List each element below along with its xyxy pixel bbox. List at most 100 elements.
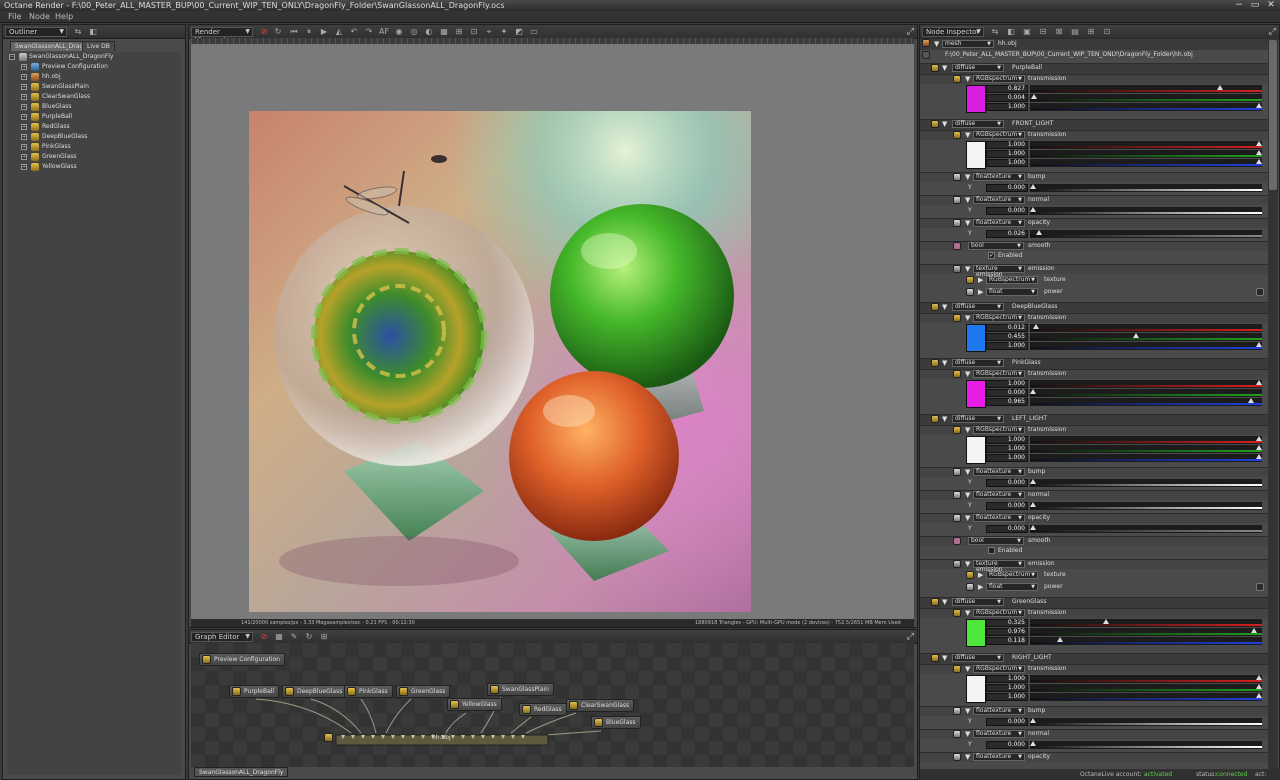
slider-handle[interactable] bbox=[1030, 525, 1036, 530]
floattexture-selector[interactable]: floattexture ▼ bbox=[973, 753, 1025, 761]
emission-texture-selector[interactable]: RGBspectrum ▼ bbox=[986, 276, 1038, 284]
graph-brush-icon[interactable]: ✎ bbox=[289, 632, 299, 642]
viewport-tool-icon[interactable]: ⏮ bbox=[289, 27, 299, 37]
viewport-tool-icon[interactable]: ◩ bbox=[514, 27, 524, 37]
graph-layout-icon[interactable]: ▦ bbox=[274, 632, 284, 642]
expand-icon[interactable]: + bbox=[21, 114, 27, 120]
material-type-selector[interactable]: diffuse ▼ bbox=[952, 64, 1004, 72]
graph-node-blueglass[interactable]: BlueGlass bbox=[591, 716, 641, 729]
slider-handle[interactable] bbox=[1030, 389, 1036, 394]
value-field[interactable]: 1.000 bbox=[986, 693, 1028, 701]
value-slider[interactable] bbox=[1030, 230, 1262, 238]
viewport-tool-icon[interactable]: ◭ bbox=[334, 27, 344, 37]
value-field[interactable]: 1.000 bbox=[986, 445, 1028, 453]
bool-selector[interactable]: bool ▼ bbox=[968, 537, 1024, 545]
value-field[interactable]: 1.000 bbox=[986, 150, 1028, 158]
viewport-tool-icon[interactable]: ◉ bbox=[394, 27, 404, 37]
mesh-type-selector[interactable]: mesh ▼ bbox=[942, 40, 994, 48]
slider-handle[interactable] bbox=[1251, 628, 1257, 633]
expand-triangle-icon[interactable]: ▼ bbox=[965, 264, 970, 274]
value-slider[interactable] bbox=[1030, 619, 1262, 627]
color-swatch[interactable] bbox=[966, 324, 986, 352]
expand-triangle-icon[interactable]: ▼ bbox=[942, 358, 947, 368]
slider-handle[interactable] bbox=[1256, 445, 1262, 450]
slider-handle[interactable] bbox=[1256, 103, 1262, 108]
rgb-node-icon[interactable] bbox=[953, 131, 961, 139]
rgb-node-icon[interactable] bbox=[953, 75, 961, 83]
expand-triangle-icon[interactable]: ▼ bbox=[942, 653, 947, 663]
value-slider[interactable] bbox=[1030, 94, 1262, 102]
slider-handle[interactable] bbox=[1031, 94, 1037, 99]
expand-triangle-icon[interactable]: ▼ bbox=[965, 172, 970, 182]
value-slider[interactable] bbox=[1030, 333, 1262, 341]
color-swatch[interactable] bbox=[966, 85, 986, 113]
power-selector[interactable]: float ▼ bbox=[986, 288, 1038, 296]
expand-triangle-icon[interactable]: ▼ bbox=[965, 74, 970, 84]
outliner-selector[interactable]: Outliner ▼ bbox=[5, 27, 67, 37]
float-node-icon[interactable] bbox=[953, 707, 961, 715]
rgb-node-icon[interactable] bbox=[953, 609, 961, 617]
rgbspectrum-selector[interactable]: RGBspectrum ▼ bbox=[973, 370, 1025, 378]
slider-handle[interactable] bbox=[1256, 675, 1262, 680]
value-field[interactable]: 1.000 bbox=[986, 454, 1028, 462]
expand-triangle-icon[interactable]: ▼ bbox=[965, 608, 970, 618]
menu-file[interactable]: File bbox=[8, 11, 21, 23]
stop-render-icon[interactable]: ⊘ bbox=[259, 27, 269, 37]
value-field[interactable]: 1.000 bbox=[986, 436, 1028, 444]
viewport-tool-icon[interactable]: ⊞ bbox=[454, 27, 464, 37]
viewport-tool-icon[interactable]: AF bbox=[379, 27, 389, 37]
menu-help[interactable]: Help bbox=[55, 11, 73, 23]
rgb-node-icon[interactable] bbox=[953, 370, 961, 378]
color-swatch[interactable] bbox=[966, 141, 986, 169]
slider-handle[interactable] bbox=[1030, 184, 1036, 189]
expand-triangle-icon[interactable]: ▶ bbox=[978, 287, 983, 297]
rgb-node-icon[interactable] bbox=[966, 276, 974, 284]
value-slider[interactable] bbox=[1030, 675, 1262, 683]
graph-node-yellowglass[interactable]: YellowGlass bbox=[447, 698, 502, 711]
expand-triangle-icon[interactable]: ▼ bbox=[965, 752, 970, 762]
value-field[interactable]: 1.000 bbox=[986, 141, 1028, 149]
graph-node-clearswanglass[interactable]: ClearSwanGlass bbox=[566, 699, 635, 712]
material-type-selector[interactable]: diffuse ▼ bbox=[952, 598, 1004, 606]
viewport-tool-icon[interactable]: ▦ bbox=[439, 27, 449, 37]
graph-stop-icon[interactable]: ⊘ bbox=[259, 632, 269, 642]
rgb-node-icon[interactable] bbox=[953, 665, 961, 673]
slider-handle[interactable] bbox=[1256, 159, 1262, 164]
graph-node-purpleball[interactable]: PurpleBall bbox=[229, 685, 280, 698]
expand-triangle-icon[interactable]: ▼ bbox=[934, 39, 939, 49]
slider-handle[interactable] bbox=[1256, 342, 1262, 347]
value-slider[interactable] bbox=[1030, 684, 1262, 692]
value-field[interactable]: 0.325 bbox=[986, 619, 1028, 627]
maximize-button[interactable]: ▭ bbox=[1248, 0, 1262, 11]
slider-handle[interactable] bbox=[1057, 637, 1063, 642]
material-icon[interactable] bbox=[931, 598, 939, 606]
color-swatch[interactable] bbox=[966, 380, 986, 408]
tab-live-db[interactable]: Live DB bbox=[82, 41, 115, 51]
viewport-tool-icon[interactable]: ⏸ bbox=[304, 27, 314, 37]
value-slider[interactable] bbox=[1030, 693, 1262, 701]
value-slider[interactable] bbox=[1030, 479, 1262, 487]
expand-triangle-icon[interactable]: ▼ bbox=[942, 63, 947, 73]
rgbspectrum-selector[interactable]: RGBspectrum ▼ bbox=[973, 75, 1025, 83]
graph-canvas[interactable]: Preview Configuration PurpleBall DeepBlu… bbox=[191, 643, 914, 767]
graph-node-pinkglass[interactable]: PinkGlass bbox=[344, 685, 393, 698]
slider-handle[interactable] bbox=[1036, 230, 1042, 235]
emission-texture-selector[interactable]: RGBspectrum ▼ bbox=[986, 571, 1038, 579]
expand-icon[interactable]: + bbox=[21, 104, 27, 110]
color-swatch[interactable] bbox=[966, 675, 986, 703]
slider-handle[interactable] bbox=[1256, 684, 1262, 689]
maximize-viewport-icon[interactable]: ⤢ bbox=[907, 26, 914, 38]
material-icon[interactable] bbox=[931, 359, 939, 367]
floattexture-selector[interactable]: floattexture ▼ bbox=[973, 707, 1025, 715]
expand-icon[interactable]: + bbox=[21, 144, 27, 150]
value-slider[interactable] bbox=[1030, 207, 1262, 215]
floattexture-selector[interactable]: floattexture ▼ bbox=[973, 730, 1025, 738]
minimize-button[interactable]: − bbox=[1232, 0, 1246, 11]
rgb-node-icon[interactable] bbox=[966, 571, 974, 579]
value-field[interactable]: 0.000 bbox=[986, 741, 1028, 749]
value-field[interactable]: 0.000 bbox=[986, 479, 1028, 487]
value-field[interactable]: 0.000 bbox=[986, 502, 1028, 510]
expand-icon[interactable]: + bbox=[21, 84, 27, 90]
value-slider[interactable] bbox=[1030, 525, 1262, 533]
graph-node-swanglassplain[interactable]: SwanGlassPlain bbox=[487, 683, 554, 696]
